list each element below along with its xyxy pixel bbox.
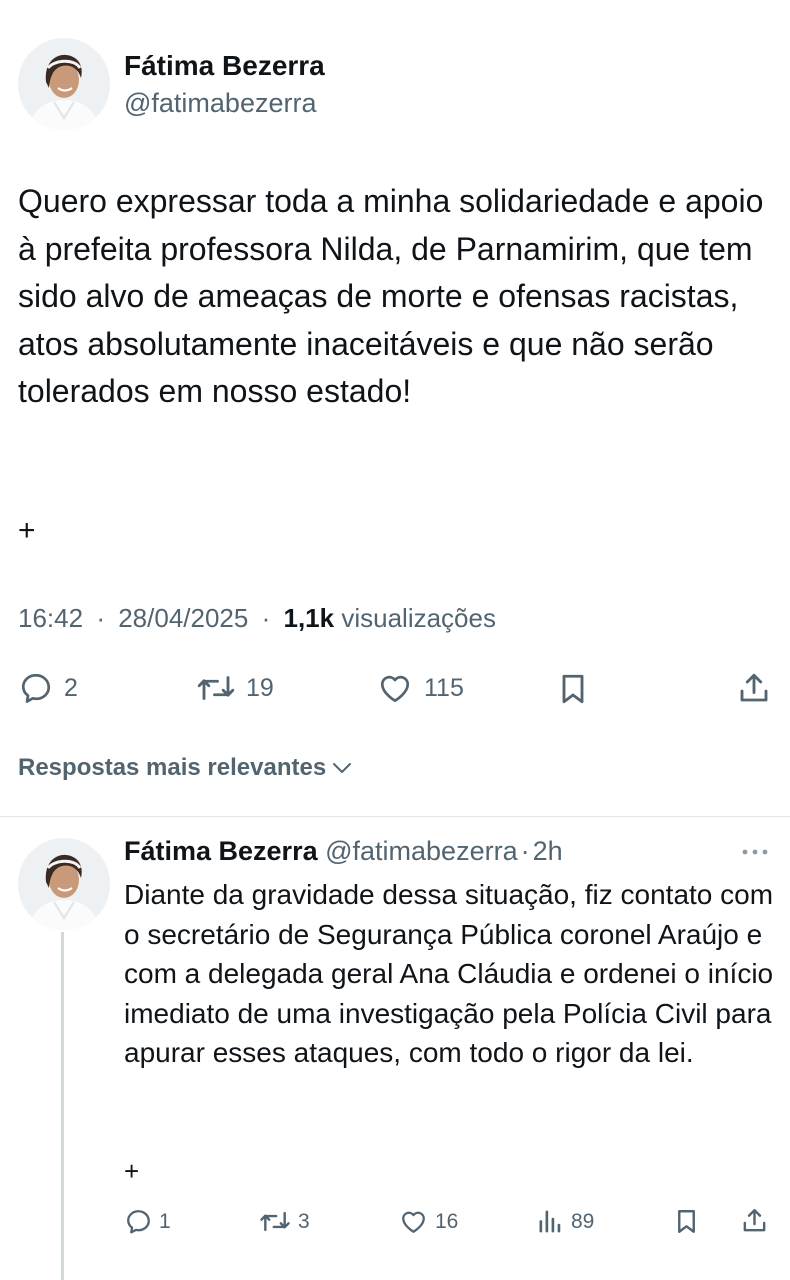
reply-views-count: 89 — [571, 1209, 595, 1233]
reply-reply-button[interactable]: 1 — [124, 1207, 171, 1236]
reply-like-count: 16 — [435, 1209, 459, 1233]
reply-plus-sign: + — [124, 1156, 140, 1186]
repost-button[interactable]: 19 — [196, 670, 274, 706]
meta-separator: · — [261, 603, 271, 633]
views-icon — [539, 1210, 561, 1233]
divider — [0, 816, 790, 817]
reply-author-handle[interactable]: @fatimabezerra — [325, 836, 517, 866]
reply-repost-count: 3 — [298, 1209, 310, 1233]
bookmark-button[interactable] — [555, 670, 591, 708]
reply-bookmark-button[interactable] — [672, 1206, 701, 1237]
thread-line — [61, 932, 64, 1280]
reply-share-button[interactable] — [740, 1206, 769, 1235]
reply-button[interactable]: 2 — [18, 670, 78, 706]
repost-count: 19 — [246, 673, 274, 702]
reply-text: Diante da gravidade dessa situação, fiz … — [124, 879, 774, 1068]
author-avatar[interactable] — [18, 38, 110, 130]
reply-icon — [21, 673, 51, 703]
like-count: 115 — [424, 673, 464, 702]
tweet-text: Quero expressar toda a minha solidarieda… — [18, 183, 764, 409]
plus-sign: + — [18, 514, 36, 547]
more-icon — [742, 849, 768, 855]
repost-icon — [197, 676, 235, 700]
reply-author-avatar[interactable] — [18, 838, 110, 930]
chevron-down-icon — [333, 763, 352, 773]
more-button[interactable] — [740, 842, 770, 867]
views-count: 1,1k — [283, 603, 335, 633]
tweet-date[interactable]: 28/04/2025 — [118, 603, 248, 633]
reply-header: Fátima Bezerra @fatimabezerra · 2h — [124, 836, 563, 867]
replies-sort-label: Respostas mais relevantes — [18, 754, 327, 781]
bookmark-icon — [562, 674, 584, 704]
like-icon — [380, 675, 410, 703]
reply-views-button[interactable]: 89 — [536, 1207, 594, 1236]
reply-separator: · — [520, 836, 530, 866]
share-button[interactable] — [736, 670, 772, 706]
reply-reply-count: 1 — [159, 1209, 171, 1233]
like-icon — [402, 1211, 425, 1233]
meta-separator: · — [96, 603, 105, 633]
author-name[interactable]: Fátima Bezerra — [124, 50, 325, 82]
replies-sort-dropdown[interactable]: Respostas mais relevantes — [18, 754, 354, 782]
share-icon — [743, 1209, 766, 1232]
reply-author-name[interactable]: Fátima Bezerra — [124, 836, 318, 866]
like-button[interactable]: 115 — [376, 670, 464, 706]
tweet-time[interactable]: 16:42 — [18, 603, 83, 633]
reply-like-button[interactable]: 16 — [398, 1207, 458, 1236]
author-handle[interactable]: @fatimabezerra — [124, 88, 316, 119]
reply-icon — [127, 1210, 150, 1234]
reply-repost-button[interactable]: 3 — [258, 1207, 310, 1236]
reply-count: 2 — [64, 673, 78, 702]
tweet-meta: 16:42 · 28/04/2025 · 1,1k visualizações — [18, 603, 496, 634]
bookmark-icon — [678, 1210, 695, 1233]
repost-icon — [260, 1211, 290, 1232]
views-label: visualizações — [341, 603, 496, 633]
reply-time[interactable]: 2h — [533, 836, 563, 866]
share-icon — [740, 673, 768, 702]
